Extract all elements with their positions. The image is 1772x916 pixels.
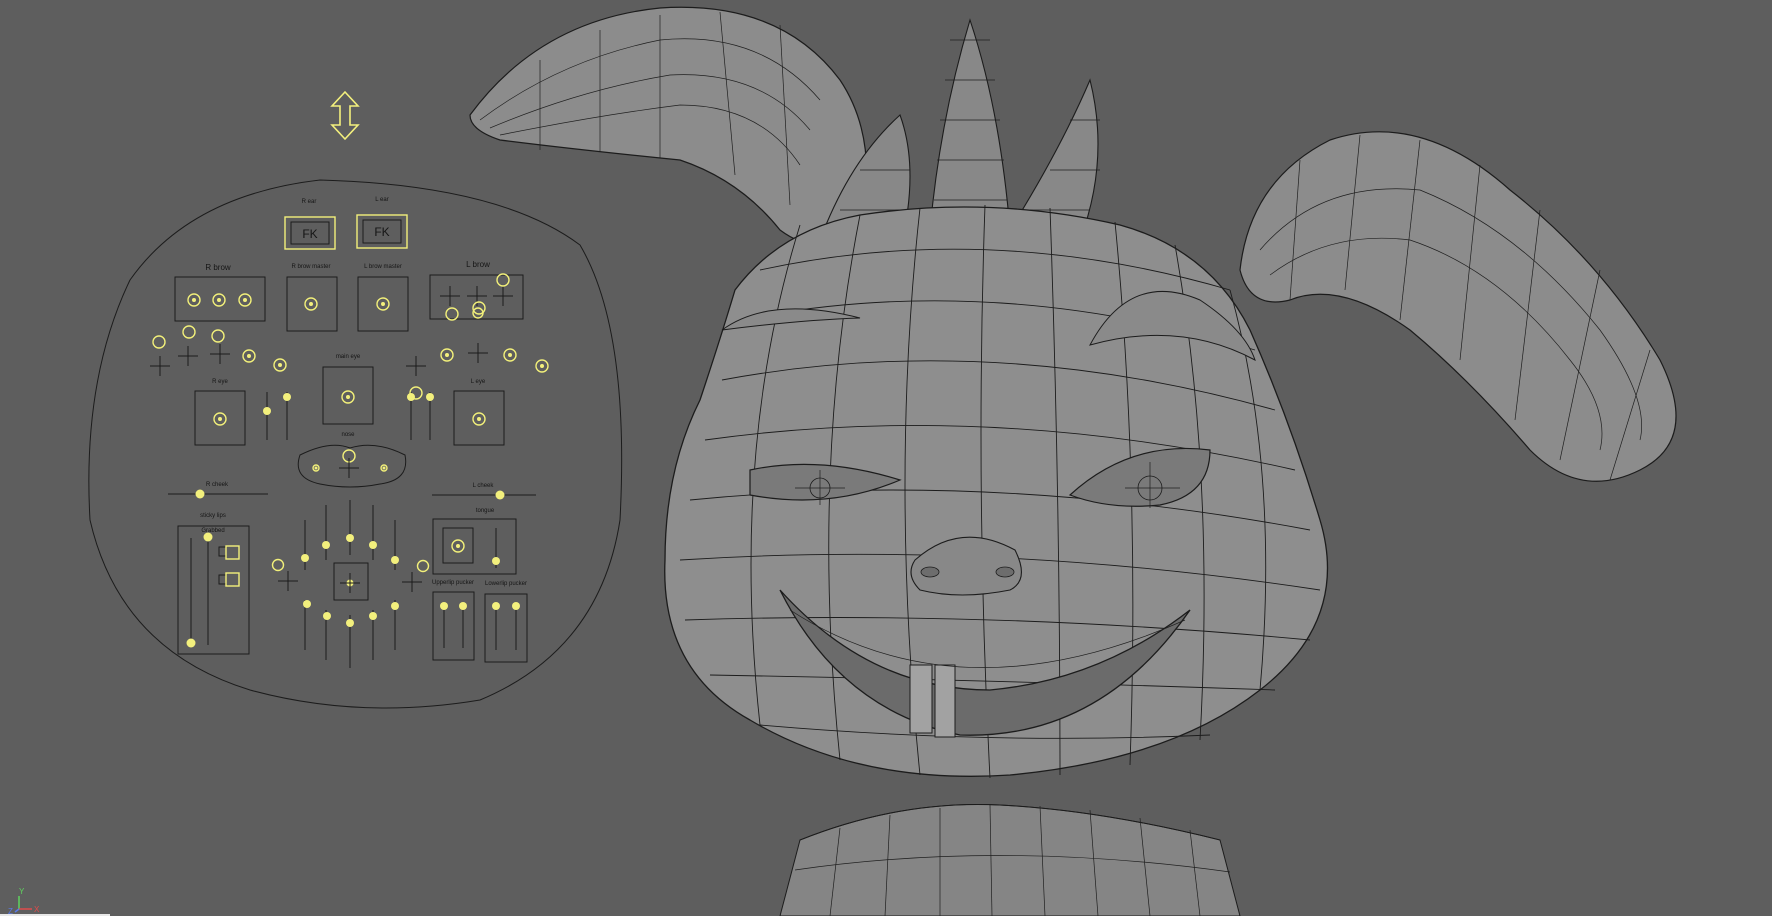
upperlip-pucker-label: Upperlip pucker xyxy=(432,580,474,586)
r-brow-label: R brow xyxy=(205,263,231,272)
r-ear-label: R ear xyxy=(302,199,317,205)
l-ear-label: L ear xyxy=(375,197,388,203)
tongue-label: tongue xyxy=(476,508,495,514)
sticky-lips-sub-label: Grabbed xyxy=(201,528,224,534)
l-cheek-label: L cheek xyxy=(473,483,495,489)
l-brow-label: L brow xyxy=(466,260,490,269)
r-brow-master-label: R brow master xyxy=(291,264,330,270)
r-ear-fk-label: FK xyxy=(302,227,317,241)
axis-x-label: X xyxy=(34,905,40,914)
r-eye-label: R eye xyxy=(212,379,228,385)
nose-label: nose xyxy=(341,432,355,438)
lowerlip-pucker-label: Lowerlip pucker xyxy=(485,581,527,587)
r-cheek-label: R cheek xyxy=(206,482,229,488)
l-eye-label: L eye xyxy=(471,379,486,385)
main-eye-label: main eye xyxy=(336,354,361,360)
viewport[interactable]: R ear L ear FK FK R brow R brow master L… xyxy=(0,0,1772,916)
axis-y-label: Y xyxy=(19,887,25,896)
l-brow-master-label: L brow master xyxy=(364,264,402,270)
l-ear-fk-label: FK xyxy=(374,225,389,239)
sticky-lips-label: sticky lips xyxy=(200,513,226,519)
